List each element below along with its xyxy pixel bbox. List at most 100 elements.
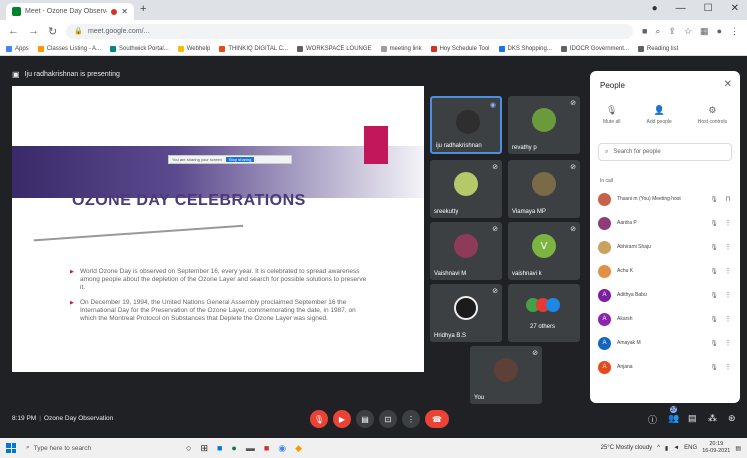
edge-icon[interactable]: ● — [231, 443, 236, 454]
camera-toggle-button[interactable]: ▶ — [333, 410, 351, 428]
more-options-icon[interactable]: ⋮ — [724, 267, 732, 275]
menu-icon[interactable]: ⋮ — [730, 26, 739, 37]
record-icon[interactable]: ● — [652, 3, 658, 14]
people-search-input[interactable]: ⌕ Search for people — [598, 143, 732, 161]
bookmark-item[interactable]: IDOCR Government... — [560, 45, 629, 52]
close-tab-icon[interactable]: ✕ — [121, 7, 128, 16]
participant-tile[interactable]: ⊘ Hridhya B.S — [430, 284, 502, 342]
participant-tile[interactable]: ⊘ revathy p — [508, 96, 580, 154]
cortana-icon[interactable]: ○ — [186, 443, 191, 454]
more-options-button[interactable]: ⋮ — [402, 410, 420, 428]
host-controls-button[interactable]: ⚙ Host controls — [698, 105, 727, 125]
lock-icon[interactable]: ⊛ — [728, 413, 736, 424]
participant-tile[interactable]: ⊘ Vaishnavi M — [430, 222, 502, 280]
profile-icon[interactable]: ● — [717, 26, 722, 37]
participant-row[interactable]: Achu K 🎙 ⋮ — [590, 259, 740, 283]
bookmark-item[interactable]: DKS Shopping... — [498, 45, 552, 52]
share-icon[interactable]: ⇪ — [668, 26, 676, 37]
maximize-button[interactable]: ☐ — [704, 3, 713, 14]
close-window-button[interactable]: ✕ — [731, 3, 739, 14]
mic-off-icon[interactable]: 🎙 — [710, 220, 718, 227]
url-field[interactable]: 🔒 meet.google.com/... — [66, 23, 633, 39]
mic-toggle-button[interactable]: 🎙 — [310, 410, 328, 428]
mic-off-icon[interactable]: 🎙 — [710, 340, 718, 347]
more-options-icon[interactable]: ⋮ — [724, 291, 732, 299]
mic-off-icon[interactable]: 🎙 — [710, 268, 718, 275]
reload-button[interactable]: ↻ — [48, 25, 57, 38]
participant-tile[interactable]: ◉ iju radhakrishnan — [430, 96, 502, 154]
bookmark-item[interactable]: THINKIQ DIGITAL C... — [219, 45, 288, 52]
mic-off-icon[interactable]: 🎙 — [710, 196, 718, 203]
bookmark-item[interactable]: Apps — [6, 45, 29, 52]
participant-row[interactable]: Abhirami Shaju 🎙 ⋮ — [590, 235, 740, 259]
windows-start-icon[interactable] — [6, 443, 16, 453]
participant-row[interactable]: Aardra P 🎙 ⋮ — [590, 211, 740, 235]
participant-tile[interactable]: V ⊘ vaishnavi k — [508, 222, 580, 280]
notifications-icon[interactable]: ▤ — [735, 445, 741, 452]
browser-tab[interactable]: Meet - Ozone Day Observat ✕ — [6, 3, 134, 20]
chat-icon[interactable]: ▤ — [688, 413, 697, 424]
forward-button[interactable]: → — [28, 25, 39, 37]
close-panel-icon[interactable]: ✕ — [724, 79, 732, 90]
more-options-icon[interactable]: ⋮ — [724, 219, 732, 227]
more-options-icon[interactable]: ⋮ — [724, 363, 732, 371]
others-tile[interactable]: 27 others — [508, 284, 580, 342]
clock[interactable]: 20:19 16-09-2021 — [702, 441, 730, 455]
chrome-icon[interactable]: ◉ — [278, 443, 286, 454]
stop-sharing-button[interactable]: Stop sharing — [225, 157, 255, 162]
participant-row[interactable]: A Amayak M 🎙 ⋮ — [590, 331, 740, 355]
zoom-icon[interactable]: ⌕ — [655, 26, 660, 37]
bookmark-item[interactable]: meeting link — [380, 45, 422, 52]
participant-tile[interactable]: ⊘ sreekutty — [430, 160, 502, 218]
participant-row[interactable]: A Anjana 🎙 ⋮ — [590, 355, 740, 379]
participant-count-badge: 37 — [670, 406, 677, 413]
more-options-icon[interactable]: ⋮ — [724, 315, 732, 323]
bookmark-item[interactable]: Reading list — [637, 45, 678, 52]
camera-icon[interactable]: ■ — [642, 26, 647, 37]
self-tile[interactable]: ⊘ You — [470, 346, 542, 404]
participant-tile[interactable]: ⊘ Viamaya MP — [508, 160, 580, 218]
meeting-details[interactable]: 8:19 PM | Ozone Day Observation — [12, 415, 113, 422]
sharing-notice-text: You are sharing your screen — [172, 157, 222, 162]
tray-chevron-icon[interactable]: ^ — [657, 445, 660, 451]
add-people-button[interactable]: 👤 Add people — [646, 105, 671, 125]
store-icon[interactable]: ■ — [217, 443, 222, 454]
people-icon[interactable]: 👥 — [668, 413, 679, 424]
more-options-icon[interactable]: ⋮ — [724, 339, 732, 347]
bookmark-item[interactable]: Classes Listing - A... — [37, 45, 101, 52]
bookmark-item[interactable]: WORKSPACE LOUNGE — [296, 45, 372, 52]
more-options-icon[interactable]: ⋮ — [724, 243, 732, 251]
taskbar-search[interactable]: ⌕ Type here to search — [22, 441, 160, 455]
new-tab-button[interactable]: + — [140, 3, 146, 15]
mic-off-icon[interactable]: 🎙 — [710, 316, 718, 323]
app-icon[interactable]: ◆ — [295, 443, 302, 454]
weather-text[interactable]: 25°C Mostly cloudy — [601, 445, 652, 451]
back-button[interactable]: ← — [8, 25, 19, 37]
task-view-icon[interactable]: ⊞ — [200, 443, 208, 454]
bookmark-item[interactable]: Hoy Schedule Tool — [430, 45, 490, 52]
star-icon[interactable]: ☆ — [684, 26, 692, 37]
mic-off-icon[interactable]: 🎙 — [710, 364, 718, 371]
bookmark-item[interactable]: Southwick Portal... — [110, 45, 169, 52]
participant-row[interactable]: A Adithya Babu 🎙 ⋮ — [590, 283, 740, 307]
language-indicator[interactable]: ENG — [684, 445, 697, 451]
captions-button[interactable]: ▤ — [356, 410, 374, 428]
mail-icon[interactable]: ■ — [264, 443, 269, 454]
extensions-icon[interactable]: ▦ — [700, 26, 709, 37]
mic-off-icon[interactable]: 🎙 — [710, 292, 718, 299]
meeting-info-icon[interactable]: ⓘ — [648, 413, 657, 426]
volume-icon[interactable]: ◄ — [673, 445, 679, 451]
bookmark-item[interactable]: Webhelp — [177, 45, 210, 52]
minimize-button[interactable]: — — [676, 3, 686, 14]
file-explorer-icon[interactable]: ▬ — [246, 443, 255, 454]
mic-off-icon[interactable]: 🎙 — [710, 244, 718, 251]
presenting-banner: ▣ Iju radhakrishnan is presenting — [12, 70, 120, 79]
present-button[interactable]: ⊡ — [379, 410, 397, 428]
activities-icon[interactable]: ⁂ — [708, 413, 717, 424]
participant-row[interactable]: A Akarsh 🎙 ⋮ — [590, 307, 740, 331]
pin-icon[interactable]: ⊓ — [724, 195, 732, 203]
participant-row[interactable]: Thasni m (You) Meeting host 🎙 ⊓ — [590, 187, 740, 211]
mute-all-button[interactable]: 🎙 Mute all — [603, 105, 621, 125]
leave-call-button[interactable]: ☎ — [425, 410, 449, 428]
network-icon[interactable]: ▮ — [665, 445, 668, 452]
